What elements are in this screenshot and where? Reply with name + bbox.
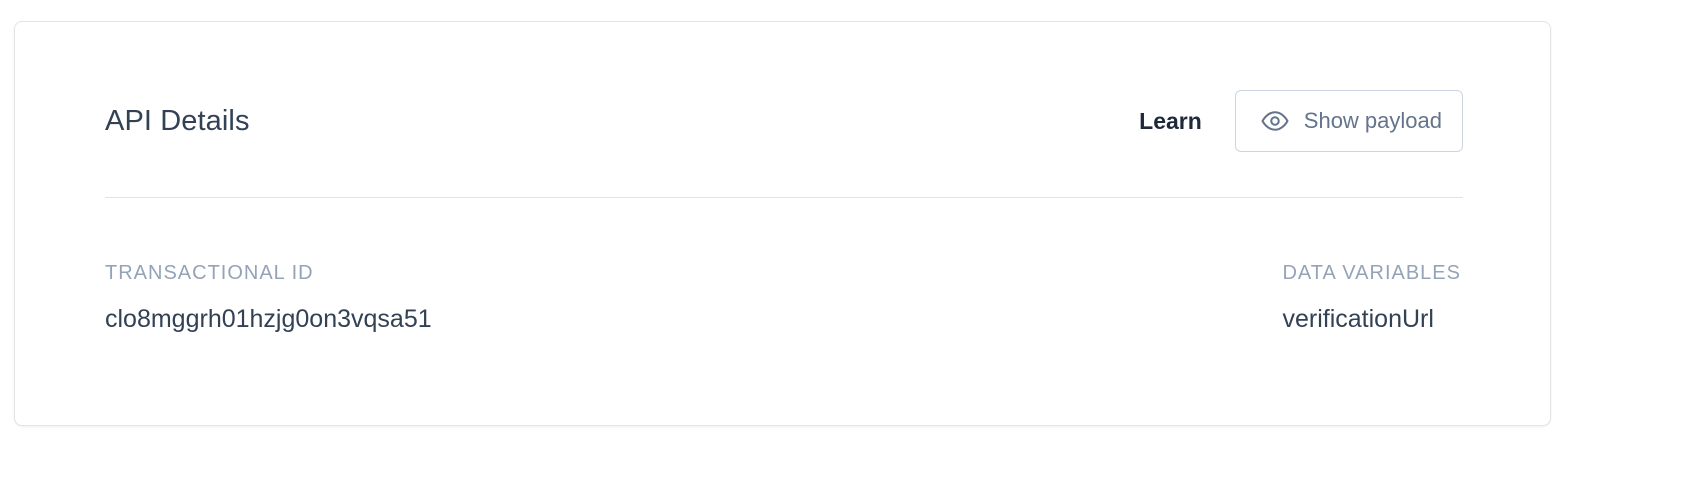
card-header: API Details Learn Show payload — [105, 90, 1463, 152]
data-variables-field: DATA VARIABLES verificationUrl — [1282, 261, 1461, 334]
data-variables-value: verificationUrl — [1282, 305, 1434, 333]
header-actions: Learn Show payload — [1139, 90, 1463, 152]
header-divider — [105, 197, 1463, 198]
transactional-id-field: TRANSACTIONAL ID clo8mggrh01hzjg0on3vqsa… — [105, 261, 432, 334]
card-title: API Details — [105, 104, 250, 137]
show-payload-button[interactable]: Show payload — [1234, 90, 1463, 152]
learn-link[interactable]: Learn — [1139, 108, 1202, 135]
eye-icon — [1260, 106, 1290, 136]
transactional-id-label: TRANSACTIONAL ID — [105, 262, 314, 284]
api-details-card: API Details Learn Show payload TRANSACTI… — [14, 21, 1551, 426]
transactional-id-value: clo8mggrh01hzjg0on3vqsa51 — [105, 305, 432, 333]
data-variables-label: DATA VARIABLES — [1282, 262, 1461, 284]
show-payload-label: Show payload — [1303, 108, 1442, 133]
